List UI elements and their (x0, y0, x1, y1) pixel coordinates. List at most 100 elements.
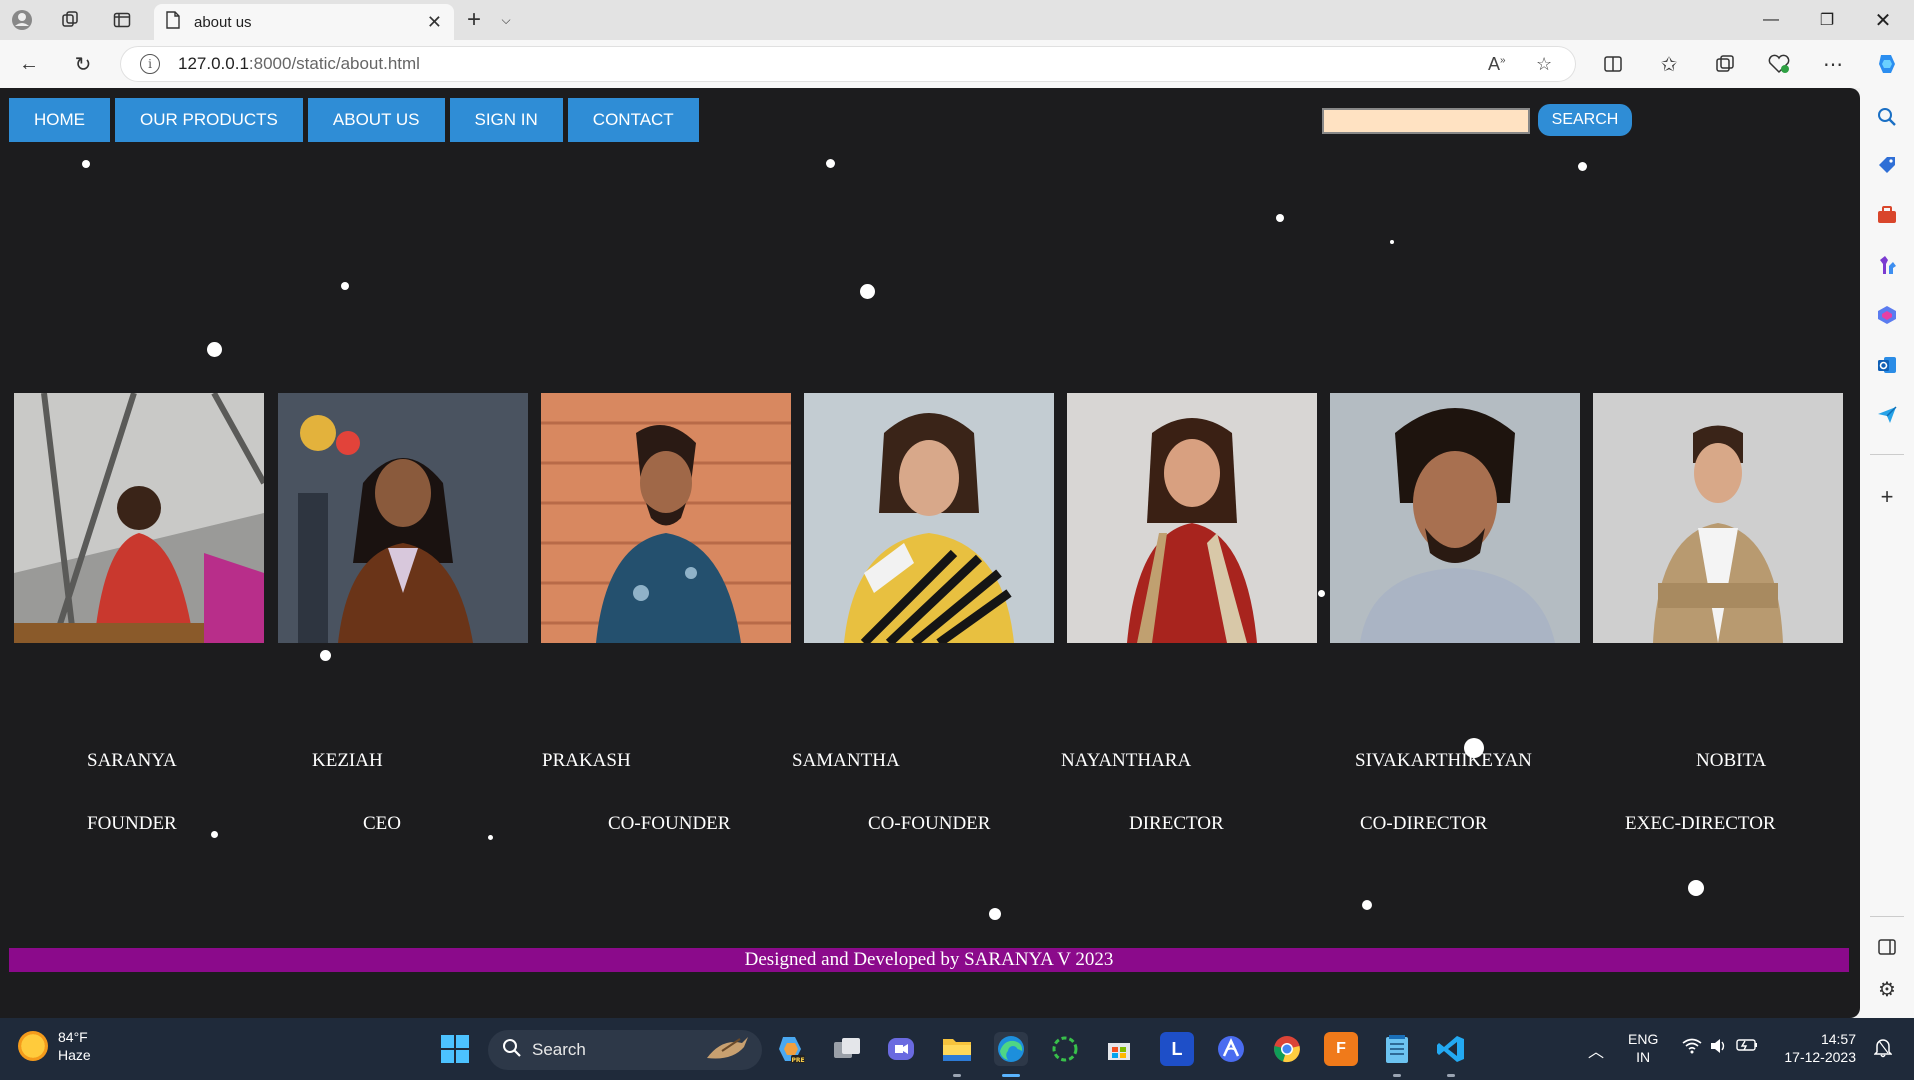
file-explorer-icon[interactable] (940, 1032, 974, 1066)
team-name-nobita: NOBITA (1696, 750, 1767, 771)
svg-text:PRE: PRE (791, 1057, 804, 1064)
microsoft365-icon[interactable] (1874, 302, 1900, 328)
tools-icon[interactable] (1874, 202, 1900, 228)
copilot-app-icon[interactable]: PRE (774, 1032, 808, 1066)
site-search-input[interactable] (1322, 108, 1530, 134)
sidebar-divider (1870, 916, 1904, 917)
site-navigation: HOME OUR PRODUCTS ABOUT US SIGN IN CONTA… (9, 98, 699, 142)
l-app-icon[interactable]: L (1160, 1032, 1194, 1066)
nav-our-products[interactable]: OUR PRODUCTS (115, 98, 303, 142)
task-view-icon[interactable] (830, 1032, 864, 1066)
minimize-icon[interactable]: — (1748, 6, 1794, 34)
add-sidebar-app-icon[interactable]: + (1874, 484, 1900, 510)
snow-dot (488, 835, 493, 840)
snow-dot (1276, 214, 1284, 222)
active-indicator (1002, 1074, 1020, 1077)
close-window-icon[interactable]: ✕ (1860, 6, 1906, 34)
settings-gear-icon[interactable]: ⚙ (1874, 976, 1900, 1002)
arc-app-icon[interactable] (1214, 1032, 1248, 1066)
nav-about-us[interactable]: ABOUT US (307, 98, 445, 142)
close-tab-icon[interactable]: ✕ (427, 12, 442, 33)
outlook-icon[interactable] (1874, 352, 1900, 378)
fusion-360-icon[interactable]: F (1324, 1032, 1358, 1066)
hide-sidebar-icon[interactable] (1874, 934, 1900, 960)
volume-icon[interactable] (1710, 1038, 1728, 1057)
search-highlight-bird-icon (702, 1033, 752, 1068)
weather-widget[interactable]: 84°F Haze (18, 1028, 91, 1064)
language-indicator[interactable]: ENG IN (1628, 1030, 1658, 1066)
snow-dot (989, 908, 1001, 920)
read-aloud-icon[interactable]: A» (1488, 54, 1506, 75)
site-search-button[interactable]: SEARCH (1538, 104, 1632, 136)
snow-dot (1390, 240, 1394, 244)
taskbar-search-box[interactable]: Search (488, 1030, 762, 1070)
copilot-icon[interactable] (1872, 50, 1902, 78)
team-name-saranya: SARANYA (87, 750, 177, 771)
edge-browser-icon[interactable] (994, 1032, 1028, 1066)
notification-bell-icon[interactable] (1873, 1038, 1893, 1061)
team-photo-samantha (804, 393, 1054, 643)
vs-code-icon[interactable] (1434, 1032, 1468, 1066)
nav-contact[interactable]: CONTACT (567, 98, 699, 142)
team-role-nayanthara: DIRECTOR (1129, 813, 1224, 834)
site-footer: Designed and Developed by SARANYA V 2023 (9, 948, 1849, 972)
team-name-prakash: PRAKASH (542, 750, 631, 771)
back-icon[interactable]: ← (14, 50, 44, 78)
meet-video-icon[interactable] (884, 1032, 918, 1066)
clock[interactable]: 14:57 17-12-2023 (1776, 1030, 1856, 1066)
start-windows-icon[interactable] (438, 1032, 472, 1066)
weather-description: Haze (58, 1047, 91, 1063)
loader-app-icon[interactable] (1048, 1032, 1082, 1066)
vertical-tabs-icon[interactable] (108, 8, 136, 32)
send-icon[interactable] (1874, 402, 1900, 428)
url-path: :8000/static/about.html (248, 54, 420, 73)
refresh-icon[interactable]: ↻ (68, 50, 98, 78)
team-role-nobita: EXEC-DIRECTOR (1625, 813, 1776, 834)
restore-icon[interactable]: ❐ (1804, 6, 1850, 34)
team-role-sivakarthikeyan: CO-DIRECTOR (1360, 813, 1488, 834)
shopping-tag-icon[interactable] (1874, 152, 1900, 178)
wifi-icon[interactable] (1682, 1038, 1702, 1057)
tray-overflow-chevron-icon[interactable]: ︿ (1588, 1038, 1604, 1062)
site-info-icon[interactable]: i (140, 54, 160, 74)
tab-about-us[interactable]: about us ✕ (154, 4, 454, 40)
favorites-icon[interactable]: ✩ (1654, 50, 1684, 78)
favorite-star-icon[interactable]: ☆ (1536, 54, 1552, 75)
team-photo-prakash (541, 393, 791, 643)
language-code: ENG (1628, 1031, 1659, 1047)
microsoft-store-icon[interactable] (1102, 1032, 1136, 1066)
snow-dot (860, 284, 875, 299)
team-name-samantha: SAMANTHA (792, 750, 900, 771)
snow-dot (341, 282, 349, 290)
notepad-icon[interactable] (1380, 1032, 1414, 1066)
system-tray: ︿ ENG IN 14:57 17-12-2023 (1580, 1018, 1914, 1080)
split-screen-icon[interactable] (1598, 50, 1628, 78)
clock-date: 17-12-2023 (1784, 1049, 1856, 1065)
new-tab-icon[interactable]: + (460, 6, 488, 33)
snow-dot (207, 342, 222, 357)
team-name-keziah: KEZIAH (312, 750, 383, 771)
search-icon[interactable] (1874, 104, 1900, 130)
team-photo-keziah (278, 393, 528, 643)
clock-time: 14:57 (1820, 1031, 1856, 1047)
team-photo-saranya (14, 393, 264, 643)
browser-essentials-icon[interactable] (1764, 50, 1794, 78)
web-page: HOME OUR PRODUCTS ABOUT US SIGN IN CONTA… (0, 88, 1860, 1018)
sidebar-divider (1870, 454, 1904, 455)
team-role-samantha: CO-FOUNDER (868, 813, 991, 834)
workspaces-icon[interactable] (56, 8, 84, 32)
collections-icon[interactable] (1710, 50, 1740, 78)
team-role-saranya: FOUNDER (87, 813, 177, 834)
snow-dot (1362, 900, 1372, 910)
tab-actions-chevron-icon[interactable]: ⌵ (492, 8, 520, 32)
nav-sign-in[interactable]: SIGN IN (449, 98, 563, 142)
chrome-icon[interactable] (1270, 1032, 1304, 1066)
games-icon[interactable] (1874, 252, 1900, 278)
battery-icon[interactable] (1736, 1038, 1758, 1055)
search-icon (502, 1038, 522, 1063)
address-bar[interactable]: i 127.0.0.1:8000/static/about.html A» ☆ (120, 46, 1576, 82)
profile-icon[interactable] (8, 8, 36, 32)
nav-home[interactable]: HOME (9, 98, 110, 142)
region-code: IN (1636, 1049, 1651, 1065)
more-menu-icon[interactable]: ⋯ (1818, 50, 1848, 78)
